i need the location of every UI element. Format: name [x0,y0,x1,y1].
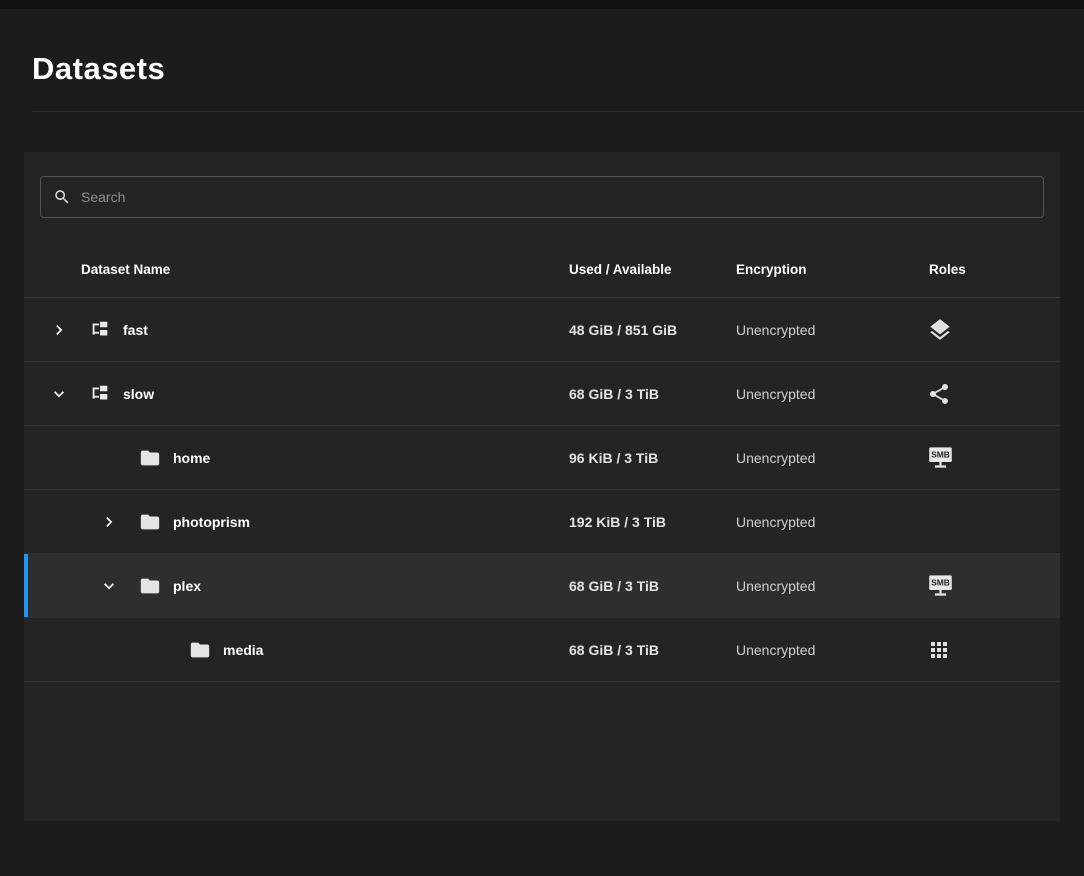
used-available-value: 68 GiB / 3 TiB [569,642,736,658]
page-title: Datasets [0,9,1084,111]
dataset-name: slow [123,386,154,402]
table-header: Dataset Name Used / Available Encryption… [24,242,1060,298]
folder-icon [139,447,161,469]
folder-icon [139,575,161,597]
dataset-type-icon [89,319,123,341]
roles-cell: SMB [905,382,1060,406]
dataset-table-body: fast 48 GiB / 851 GiB Unencrypted SMB [24,298,1060,682]
column-header-used-available: Used / Available [569,262,736,277]
chevron-right-icon [49,320,69,340]
title-divider [32,111,1084,112]
chevron-down-icon [99,576,119,596]
search-input[interactable] [81,189,1031,205]
column-header-roles: Roles [905,262,1060,277]
column-header-encryption: Encryption [736,262,905,277]
expander-toggle[interactable] [99,576,139,596]
apps-icon [927,638,951,662]
dataset-name-cell: fast [24,319,569,341]
table-row[interactable]: home 96 KiB / 3 TiB Unencrypted SMB [24,426,1060,490]
layers-icon [927,317,953,343]
chevron-down-icon [49,384,69,404]
chevron-right-icon [99,512,119,532]
dataset-name-cell: media [24,639,569,661]
dataset-icon [89,319,111,341]
dataset-name: media [223,642,263,658]
search-icon [53,188,71,206]
folder-icon [189,639,211,661]
column-header-dataset-name: Dataset Name [24,262,569,277]
table-row[interactable]: slow 68 GiB / 3 TiB Unencrypted SMB [24,362,1060,426]
dataset-name-cell: plex [24,575,569,597]
encryption-value: Unencrypted [736,642,905,658]
expander-toggle[interactable] [99,512,139,532]
search-wrapper [24,152,1060,242]
dataset-type-icon [139,575,173,597]
table-row[interactable]: photoprism 192 KiB / 3 TiB Unencrypted S… [24,490,1060,554]
roles-cell: SMB [905,317,1060,343]
dataset-type-icon [139,447,173,469]
share-icon [927,382,951,406]
dataset-name: photoprism [173,514,250,530]
dataset-icon [89,383,111,405]
svg-text:SMB: SMB [931,450,950,460]
smb-share-icon: SMB [927,444,954,471]
encryption-value: Unencrypted [736,578,905,594]
dataset-name-cell: home [24,447,569,469]
roles-cell: SMB [905,638,1060,662]
used-available-value: 68 GiB / 3 TiB [569,386,736,402]
expander-toggle[interactable] [49,320,89,340]
encryption-value: Unencrypted [736,322,905,338]
roles-cell: SMB [905,572,1060,599]
roles-cell: SMB [905,444,1060,471]
dataset-name: plex [173,578,201,594]
dataset-type-icon [189,639,223,661]
dataset-type-icon [139,511,173,533]
used-available-value: 68 GiB / 3 TiB [569,578,736,594]
used-available-value: 96 KiB / 3 TiB [569,450,736,466]
table-row[interactable]: fast 48 GiB / 851 GiB Unencrypted SMB [24,298,1060,362]
dataset-name-cell: photoprism [24,511,569,533]
folder-icon [139,511,161,533]
encryption-value: Unencrypted [736,450,905,466]
svg-text:SMB: SMB [931,578,950,588]
encryption-value: Unencrypted [736,514,905,530]
dataset-name: fast [123,322,148,338]
used-available-value: 48 GiB / 851 GiB [569,322,736,338]
dataset-type-icon [89,383,123,405]
used-available-value: 192 KiB / 3 TiB [569,514,736,530]
smb-share-icon: SMB [927,572,954,599]
window-top-strip [0,0,1084,9]
table-row[interactable]: media 68 GiB / 3 TiB Unencrypted SMB [24,618,1060,682]
expander-toggle[interactable] [49,384,89,404]
datasets-panel: Dataset Name Used / Available Encryption… [24,152,1060,821]
search-box[interactable] [40,176,1044,218]
encryption-value: Unencrypted [736,386,905,402]
table-row[interactable]: plex 68 GiB / 3 TiB Unencrypted SMB [24,554,1060,618]
dataset-name: home [173,450,210,466]
dataset-name-cell: slow [24,383,569,405]
